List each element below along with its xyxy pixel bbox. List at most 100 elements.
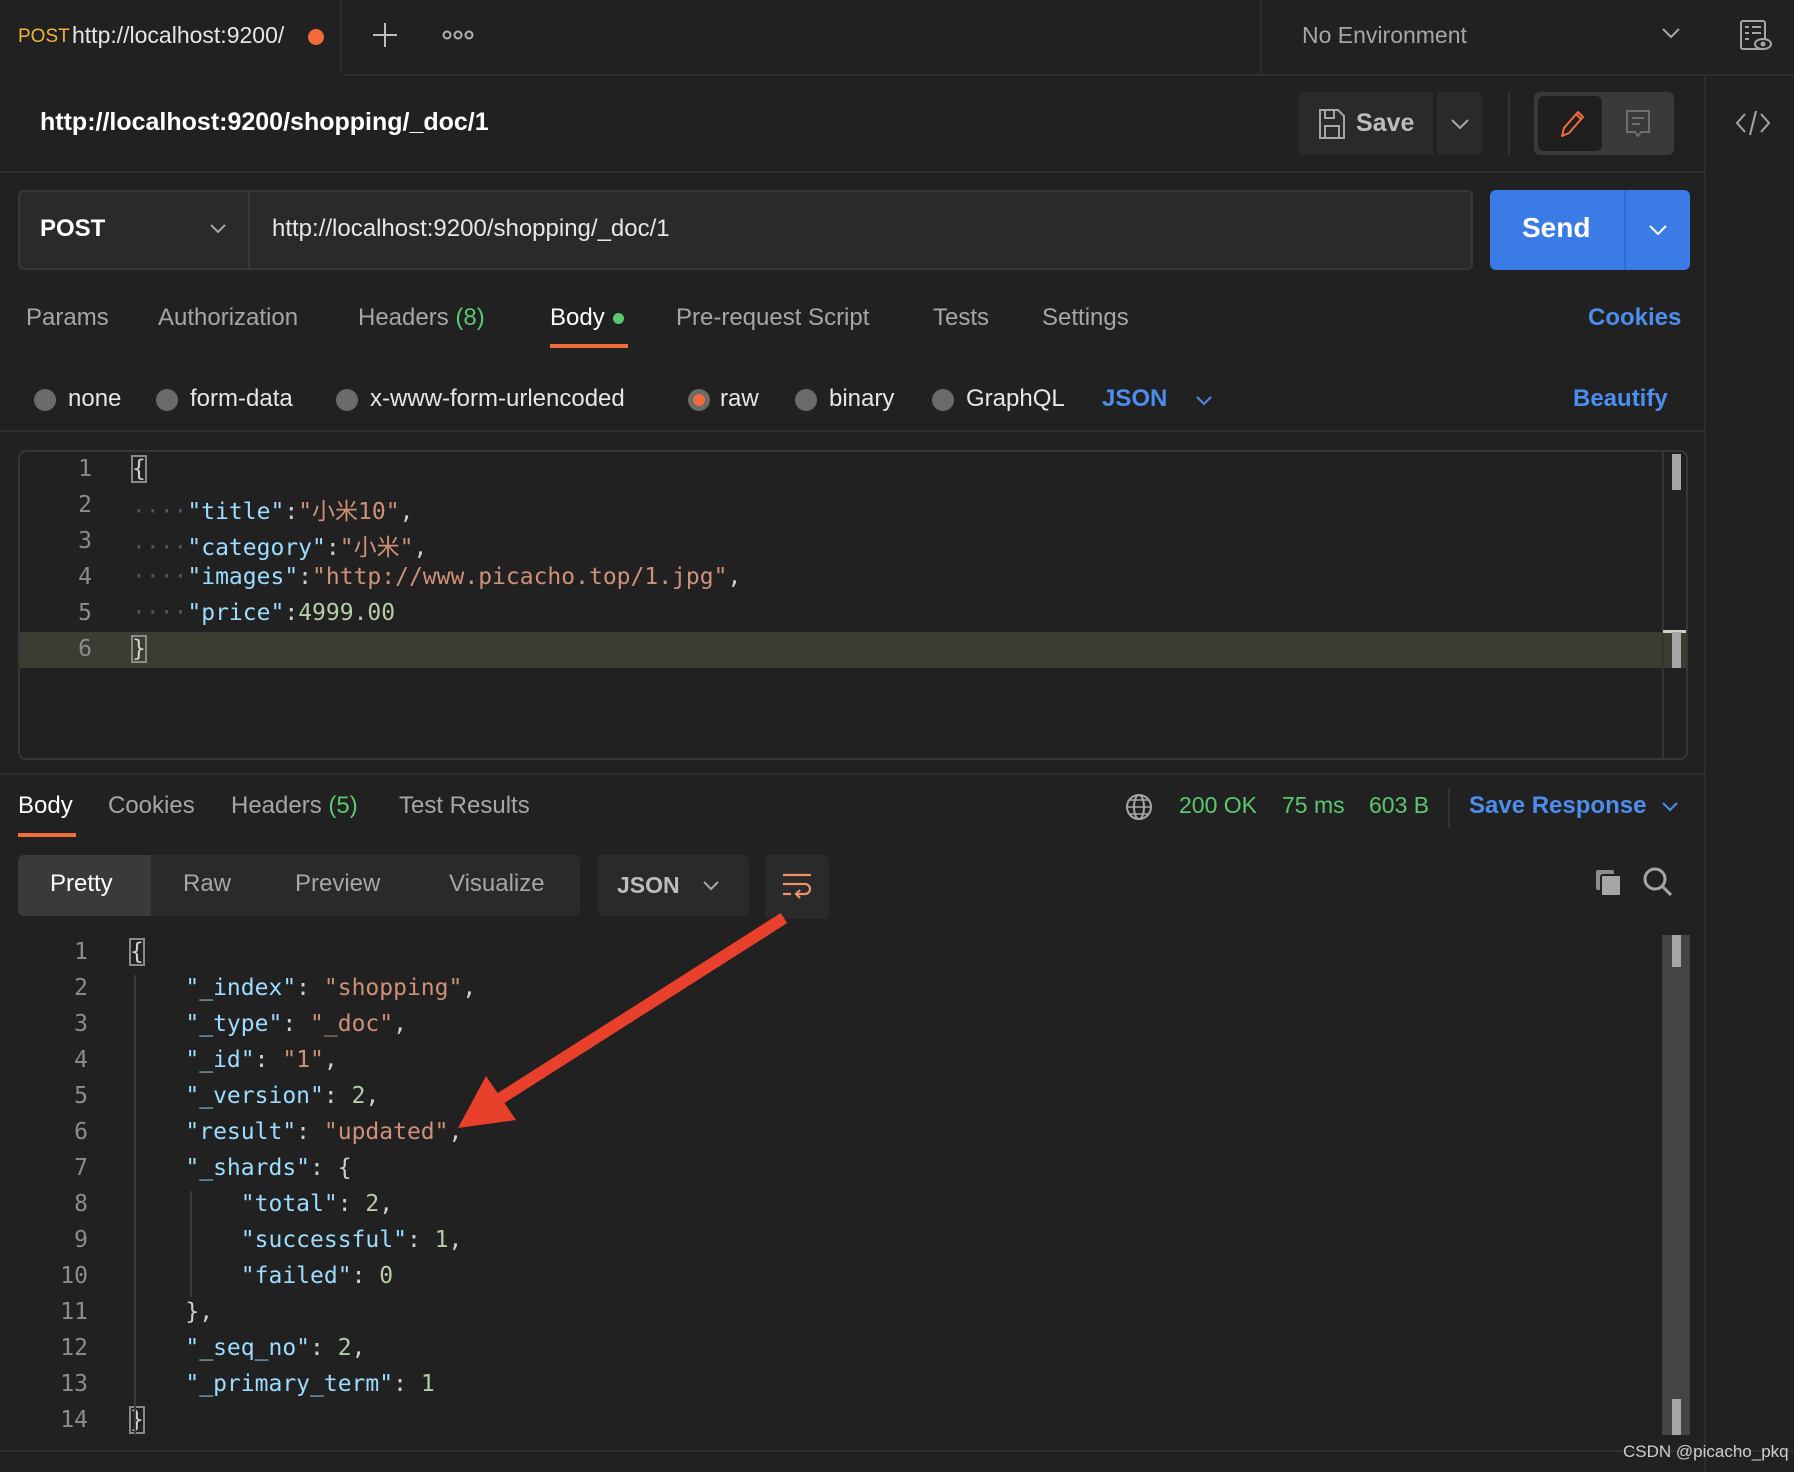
code-icon[interactable] xyxy=(1735,108,1771,143)
code-token: , xyxy=(351,1335,366,1361)
divider xyxy=(0,773,1705,775)
code-line: "_index": "shopping", xyxy=(130,975,476,1001)
code-token: "price" xyxy=(187,600,285,626)
send-options-button[interactable] xyxy=(1626,190,1690,270)
cookies-link[interactable]: Cookies xyxy=(1588,304,1681,332)
comment-mode-button[interactable] xyxy=(1606,96,1670,151)
code-token: , xyxy=(323,1047,338,1073)
status-code[interactable]: 200 OK xyxy=(1179,792,1257,819)
code-token: "updated" xyxy=(323,1119,449,1145)
code-token: : xyxy=(325,535,340,561)
plus-icon[interactable] xyxy=(370,20,400,50)
code-line: "successful": 1, xyxy=(130,1227,463,1253)
globe-icon[interactable] xyxy=(1124,792,1154,827)
save-options-button[interactable] xyxy=(1437,92,1483,155)
copy-icon[interactable] xyxy=(1594,868,1624,903)
view-visualize-button[interactable]: Visualize xyxy=(449,870,545,898)
save-button[interactable]: Save xyxy=(1298,92,1433,155)
code-token: : xyxy=(282,1011,311,1037)
response-format-select[interactable]: JSON xyxy=(597,855,749,916)
tab-body[interactable]: Body xyxy=(550,304,624,332)
response-body-viewer[interactable]: 1 {2 "_index": "shopping", 3 "_type": "_do… xyxy=(0,935,1705,1445)
chevron-down-icon[interactable] xyxy=(1194,394,1214,413)
code-token: , xyxy=(365,1083,380,1109)
request-tab-method: POST xyxy=(18,26,70,47)
response-tab-cookies[interactable]: Cookies xyxy=(108,792,195,820)
request-tab[interactable]: POST http://localhost:9200/ xyxy=(0,0,342,75)
code-token: , xyxy=(413,535,428,561)
code-token: : xyxy=(284,600,299,626)
more-horizontal-icon[interactable] xyxy=(442,27,474,43)
search-icon[interactable] xyxy=(1642,866,1674,903)
environment-selector[interactable]: No Environment xyxy=(1262,0,1682,75)
line-number: 2 xyxy=(74,975,88,1001)
chevron-down-icon xyxy=(1660,26,1682,45)
code-line: ····"price":4999.00 xyxy=(132,600,395,626)
code-token: 2 xyxy=(365,1191,380,1217)
response-tab-test-results[interactable]: Test Results xyxy=(399,792,530,820)
code-token: : xyxy=(296,1119,324,1145)
radio-raw[interactable] xyxy=(688,389,710,411)
option-binary-label: binary xyxy=(829,385,895,412)
radio-binary[interactable] xyxy=(795,389,817,411)
request-body-editor[interactable]: 1{2 ····"title":"小米10", 3 ····"category":"小… xyxy=(18,450,1688,760)
response-size[interactable]: 603 B xyxy=(1369,792,1429,819)
method-value: POST xyxy=(40,215,106,242)
code-token: , xyxy=(393,1011,407,1037)
scrollbar-thumb[interactable] xyxy=(1672,1399,1681,1435)
tab-settings[interactable]: Settings xyxy=(1042,304,1129,332)
code-line: } xyxy=(129,1406,145,1434)
send-button[interactable]: Send xyxy=(1490,190,1624,270)
chevron-down-icon xyxy=(1449,117,1471,136)
code-token: : xyxy=(337,1191,366,1217)
tab-pre-request-script[interactable]: Pre-request Script xyxy=(676,304,869,332)
line-number: 3 xyxy=(78,528,92,554)
method-select[interactable]: POST xyxy=(20,192,250,268)
url-input[interactable]: http://localhost:9200/shopping/_doc/1 xyxy=(272,215,670,243)
view-raw-button[interactable]: Raw xyxy=(183,870,231,898)
code-line: }, xyxy=(130,1299,213,1325)
response-time[interactable]: 75 ms xyxy=(1282,792,1345,819)
edit-mode-button[interactable] xyxy=(1538,96,1602,151)
code-token: : xyxy=(323,1083,352,1109)
code-token: , xyxy=(462,975,477,1001)
divider xyxy=(344,74,1794,76)
radio-none[interactable] xyxy=(34,389,56,411)
radio-form-data[interactable] xyxy=(156,389,178,411)
code-token: "_doc" xyxy=(310,1011,394,1037)
response-tab-headers[interactable]: Headers (5) xyxy=(231,792,358,820)
language-select[interactable]: JSON xyxy=(1102,385,1167,413)
code-token: 4999.00 xyxy=(298,600,396,626)
code-line: ····"title":"小米10", xyxy=(132,492,413,526)
view-preview-button[interactable]: Preview xyxy=(295,870,380,898)
code-line: "_seq_no": 2, xyxy=(130,1335,365,1361)
tab-tests[interactable]: Tests xyxy=(933,304,989,332)
option-form-data-label: form-data xyxy=(190,385,293,412)
tab-headers-label: Headers xyxy=(358,304,449,331)
code-token: : xyxy=(406,1227,435,1253)
tab-authorization[interactable]: Authorization xyxy=(158,304,298,332)
line-number: 4 xyxy=(74,1047,88,1073)
environment-quicklook-icon[interactable] xyxy=(1738,18,1772,59)
tab-headers[interactable]: Headers (8) xyxy=(358,304,485,332)
radio-graphql[interactable] xyxy=(932,389,954,411)
response-tab-body[interactable]: Body xyxy=(18,792,73,820)
code-token: } xyxy=(131,635,147,663)
request-title[interactable]: http://localhost:9200/shopping/_doc/1 xyxy=(40,108,489,137)
wrap-lines-button[interactable] xyxy=(765,855,829,919)
chevron-down-icon[interactable] xyxy=(1660,800,1680,819)
save-response-button[interactable]: Save Response xyxy=(1469,792,1646,820)
radio-x-www-form-urlencoded[interactable] xyxy=(336,389,358,411)
line-number: 5 xyxy=(74,1083,88,1109)
beautify-link[interactable]: Beautify xyxy=(1573,385,1668,413)
tab-params[interactable]: Params xyxy=(26,304,109,332)
scrollbar-thumb[interactable] xyxy=(1672,454,1681,490)
divider xyxy=(1508,92,1510,155)
code-token: "shopping" xyxy=(323,975,463,1001)
scrollbar-track[interactable] xyxy=(1662,935,1690,1435)
